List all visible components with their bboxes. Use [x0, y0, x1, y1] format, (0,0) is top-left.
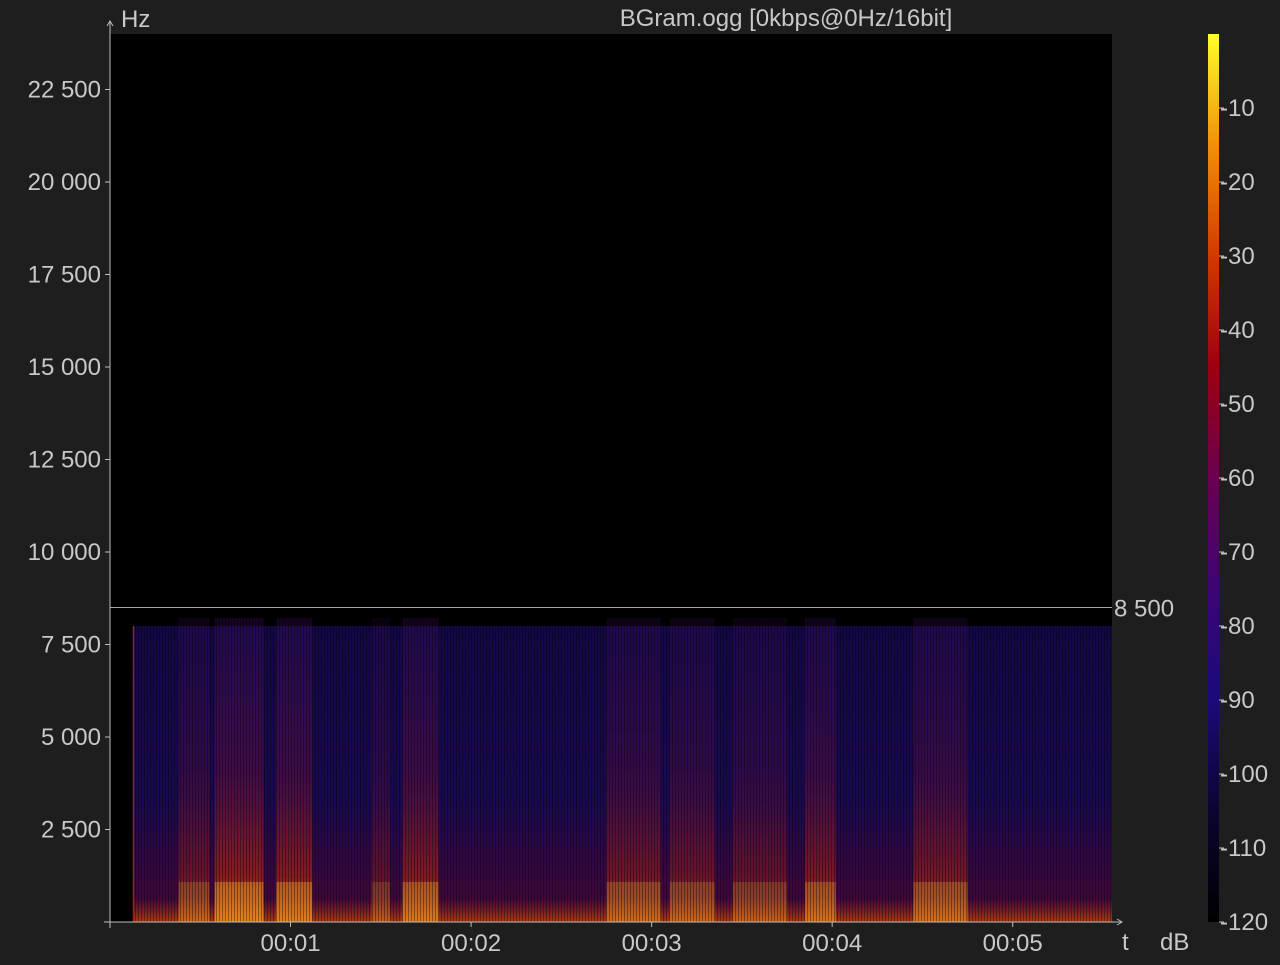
y-axis-unit-label: Hz: [121, 6, 150, 33]
chart-title: BGram.ogg [0kbps@0Hz/16bit]: [620, 5, 953, 32]
x-tick-label: 00:02: [441, 930, 501, 957]
colorbar-unit-label: dB: [1160, 929, 1189, 956]
y-tick-label: 22 500: [28, 77, 101, 104]
colorbar-ticks: -10 -20 -30 -40 -50 -60 -70 -80 -90 -100 -110 -120: [1219, 95, 1268, 936]
y-tick-label: 20 000: [28, 169, 101, 196]
y-tick-label: 5 000: [41, 724, 101, 751]
colorbar-tick-label: -110: [1220, 835, 1266, 862]
colorbar-tick-label: -30: [1220, 243, 1255, 270]
y-tick-label: 10 000: [28, 539, 101, 566]
spectrogram-figure: 2 500 5 000 7 500 10 000 12 500 15 000 17 500 2…: [0, 0, 1280, 960]
colorbar-tick-label: -10: [1220, 95, 1255, 122]
colorbar: [1208, 34, 1219, 922]
colorbar-tick-label: -70: [1220, 539, 1255, 566]
colorbar-tick-label: -60: [1220, 465, 1255, 492]
y-tick-label: 2 500: [41, 817, 101, 844]
cutoff-marker-label: 8 500: [1114, 596, 1174, 623]
x-tick-label: 00:03: [622, 930, 682, 957]
x-axis-unit-label: t: [1122, 929, 1129, 956]
spectrogram-content: [132, 618, 1112, 922]
y-tick-label: 7 500: [41, 632, 101, 659]
colorbar-tick-label: -120: [1220, 909, 1268, 936]
y-tick-label: 17 500: [28, 262, 101, 289]
colorbar-tick-label: -20: [1220, 169, 1255, 196]
colorbar-tick-label: -100: [1220, 761, 1268, 788]
y-tick-label: 15 000: [28, 354, 101, 381]
time-frame-hatching: [133, 618, 1112, 922]
x-tick-label: 00:04: [802, 930, 862, 957]
y-tick-label: 12 500: [28, 447, 101, 474]
spectrogram-chart: 2 500 5 000 7 500 10 000 12 500 15 000 17 500 2…: [28, 5, 1268, 957]
x-tick-label: 00:01: [261, 930, 321, 957]
colorbar-tick-label: -50: [1220, 391, 1255, 418]
colorbar-tick-label: -40: [1220, 317, 1255, 344]
x-tick-label: 00:05: [983, 930, 1043, 957]
colorbar-tick-label: -90: [1220, 687, 1255, 714]
colorbar-tick-label: -80: [1220, 613, 1255, 640]
